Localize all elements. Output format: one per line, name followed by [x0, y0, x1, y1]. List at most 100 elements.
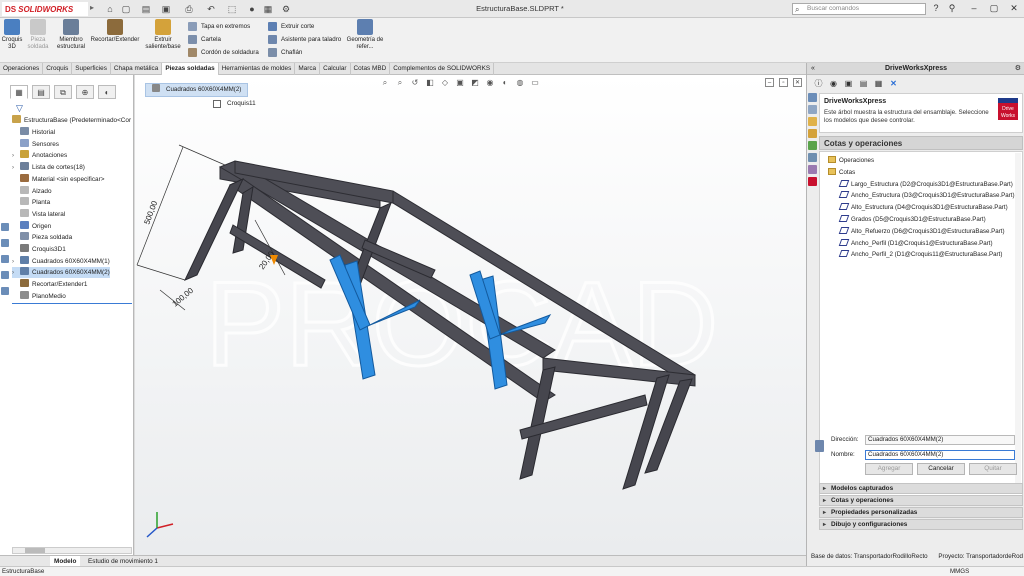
back-icon[interactable]: ◉ — [828, 78, 839, 89]
trim-extend-button[interactable]: Recortar/Extender — [90, 19, 140, 44]
zoom-to-fit-icon[interactable]: ⌕ — [380, 78, 390, 88]
open-document-icon[interactable]: ▤ — [140, 3, 152, 15]
driveworks-tab-icon[interactable] — [808, 177, 817, 186]
tab-calcular[interactable]: Calcular — [320, 63, 351, 75]
direccion-field[interactable]: Cuadrados 60X60X4MM(2) — [865, 435, 1015, 445]
dimension-node[interactable]: Alto_Estructura (D4@Croquis3D1@Estructur… — [838, 203, 1008, 213]
file-explorer-tab-icon[interactable] — [808, 117, 817, 126]
tree-item[interactable]: › Lista de cortes(18) — [12, 162, 85, 173]
solidworks-logo[interactable]: DS SOLIDWORKS — [2, 2, 88, 16]
custom-properties-tab-icon[interactable] — [808, 153, 817, 162]
breadcrumb-sketch[interactable]: Croquis11 — [213, 100, 256, 108]
tab-cotas-mbd[interactable]: Cotas MBD — [351, 63, 391, 75]
select-icon[interactable]: ⬚ — [226, 3, 238, 15]
appearances-tab-icon[interactable] — [808, 141, 817, 150]
rebuild-icon[interactable]: ● — [246, 3, 258, 15]
expand-arrow-icon[interactable]: › — [12, 257, 20, 268]
options-gear-icon[interactable]: ⚙ — [280, 3, 292, 15]
dimension-node[interactable]: Grados (D5@Croquis3D1@EstructuraBase.Par… — [838, 215, 986, 225]
new-document-icon[interactable]: ▢ — [120, 3, 132, 15]
end-cap-button[interactable]: Tapa en extremos — [188, 21, 250, 32]
reference-geometry-button[interactable]: Geometría de refer... — [344, 19, 386, 51]
extrude-boss-button[interactable]: Extruir saliente/base — [144, 19, 182, 51]
filter-icon[interactable]: ▽ — [16, 103, 23, 114]
home-icon[interactable]: ⌂ — [104, 3, 116, 15]
pin-panel-icon[interactable]: ⚙ — [1015, 63, 1021, 75]
display-manager-tab-icon[interactable]: ◐ — [98, 85, 116, 99]
dimxpert-tab-icon[interactable]: ⊕ — [76, 85, 94, 99]
display-style-icon[interactable]: ◩ — [470, 78, 480, 88]
sketch3d-button[interactable]: Croquis 3D — [1, 19, 23, 51]
expand-arrow-icon[interactable]: › — [12, 151, 20, 162]
dimension-node[interactable]: Ancho_Perfil_2 (D1@Croquis11@EstructuraB… — [838, 250, 1002, 260]
structural-member-button[interactable]: Miembro estructural — [54, 19, 88, 51]
hide-show-icon[interactable]: ◉ — [485, 78, 495, 88]
minimize-icon[interactable]: – — [968, 2, 980, 14]
tab-operaciones[interactable]: Operaciones — [0, 63, 44, 75]
breadcrumb[interactable]: Cuadrados 60X60X4MM(2) — [145, 83, 249, 97]
tree-item[interactable]: › Anotaciones — [12, 150, 67, 161]
solidworks-forum-tab-icon[interactable] — [808, 165, 817, 174]
dimension-node[interactable]: Ancho_Perfil (D1@Croquis1@EstructuraBase… — [838, 238, 993, 249]
tab-croquis[interactable]: Croquis — [43, 63, 73, 75]
user-icon[interactable]: ⚲ — [946, 2, 958, 14]
tab-piezas-soldadas[interactable]: Piezas soldadas — [162, 63, 219, 75]
weld-bead-button[interactable]: Cordón de soldadura — [188, 47, 259, 58]
folder-node[interactable]: Operaciones — [828, 156, 874, 166]
collapse-panel-icon[interactable]: « — [811, 63, 815, 75]
view-orientation-icon[interactable]: ▣ — [455, 78, 465, 88]
folder-node[interactable]: Cotas — [828, 167, 855, 178]
side-tool-icon[interactable] — [1, 239, 9, 247]
cancelar-button[interactable]: Cancelar — [917, 463, 965, 475]
undo-icon[interactable]: ↶ — [205, 3, 217, 15]
expand-arrow-icon[interactable]: › — [12, 268, 20, 279]
viewport-restore-icon[interactable]: ▫ — [779, 78, 788, 87]
zoom-area-icon[interactable]: ⌕ — [395, 78, 405, 88]
status-units[interactable]: MMGS — [950, 567, 969, 576]
edit-appearance-icon[interactable]: ◐ — [500, 78, 510, 88]
tab-complementos[interactable]: Complementos de SOLIDWORKS — [390, 63, 495, 75]
side-tool-icon[interactable] — [1, 223, 9, 231]
form-icon[interactable]: ▤ — [858, 78, 869, 89]
tree-item[interactable]: Croquis3D1 — [12, 244, 66, 255]
dimension-node[interactable]: Largo_Estructura (D2@Croquis3D1@Estructu… — [838, 179, 1013, 190]
dynamic-annotation-icon[interactable]: ◇ — [440, 78, 450, 88]
tab-marca[interactable]: Marca — [295, 63, 321, 75]
dimension-node[interactable]: Alto_Refuerzo (D6@Croquis3D1@EstructuraB… — [838, 226, 1005, 237]
resources-tab-icon[interactable] — [808, 93, 817, 102]
tree-item[interactable]: Sensores — [12, 138, 59, 150]
graphics-area[interactable]: PROCAD 500,00 20,00 100,00 Cuadrados 60X… — [135, 75, 806, 555]
search-commands-input[interactable]: ⌕ Buscar comandos — [792, 3, 926, 15]
accordion-propiedades[interactable]: ▸ Propiedades personalizadas — [819, 507, 1023, 518]
tree-item[interactable]: Planta — [12, 197, 50, 208]
close-icon[interactable]: ✕ — [1008, 2, 1020, 14]
tree-root[interactable]: EstructuraBase (Predeterminado<Cor — [12, 115, 131, 126]
rollback-bar[interactable] — [12, 303, 132, 304]
tab-superficies[interactable]: Superficies — [72, 63, 111, 75]
side-tool-icon[interactable] — [1, 271, 9, 279]
weldment-button[interactable]: Pieza soldada — [24, 19, 52, 51]
tree-scrollbar[interactable] — [1015, 153, 1021, 494]
file-properties-icon[interactable]: ▦ — [262, 3, 274, 15]
dimension-node[interactable]: Ancho_Estructura (D3@Croquis3D1@Estructu… — [838, 191, 1015, 201]
scrollbar-thumb[interactable] — [25, 548, 45, 553]
model-icon[interactable]: ▣ — [843, 78, 854, 89]
tree-item[interactable]: Pieza soldada — [12, 232, 72, 243]
print-icon[interactable]: ⎙ — [183, 3, 195, 15]
save-icon[interactable]: ▣ — [160, 3, 172, 15]
view-palette-tab-icon[interactable] — [808, 129, 817, 138]
apply-scene-icon[interactable]: ◍ — [515, 78, 525, 88]
tree-item[interactable]: Material <sin especificar> — [12, 173, 104, 185]
info-icon[interactable]: ⓘ — [813, 78, 824, 89]
gusset-button[interactable]: Cartela — [188, 34, 221, 45]
tree-item[interactable]: Origen — [12, 220, 51, 232]
restore-icon[interactable]: ▢ — [988, 2, 1000, 14]
model-frame[interactable]: PROCAD 500,00 20,00 100,00 — [135, 75, 806, 555]
view-settings-icon[interactable]: ▭ — [530, 78, 540, 88]
accordion-dibujo-config[interactable]: ▸ Dibujo y configuraciones — [819, 519, 1023, 530]
previous-view-icon[interactable]: ↺ — [410, 78, 420, 88]
dimension-500[interactable]: 500,00 — [142, 199, 159, 226]
menu-expand-icon[interactable]: ▸ — [90, 3, 100, 15]
rules-icon[interactable]: ▦ — [873, 78, 884, 89]
tree-item[interactable]: PlanoMedio — [12, 290, 66, 302]
